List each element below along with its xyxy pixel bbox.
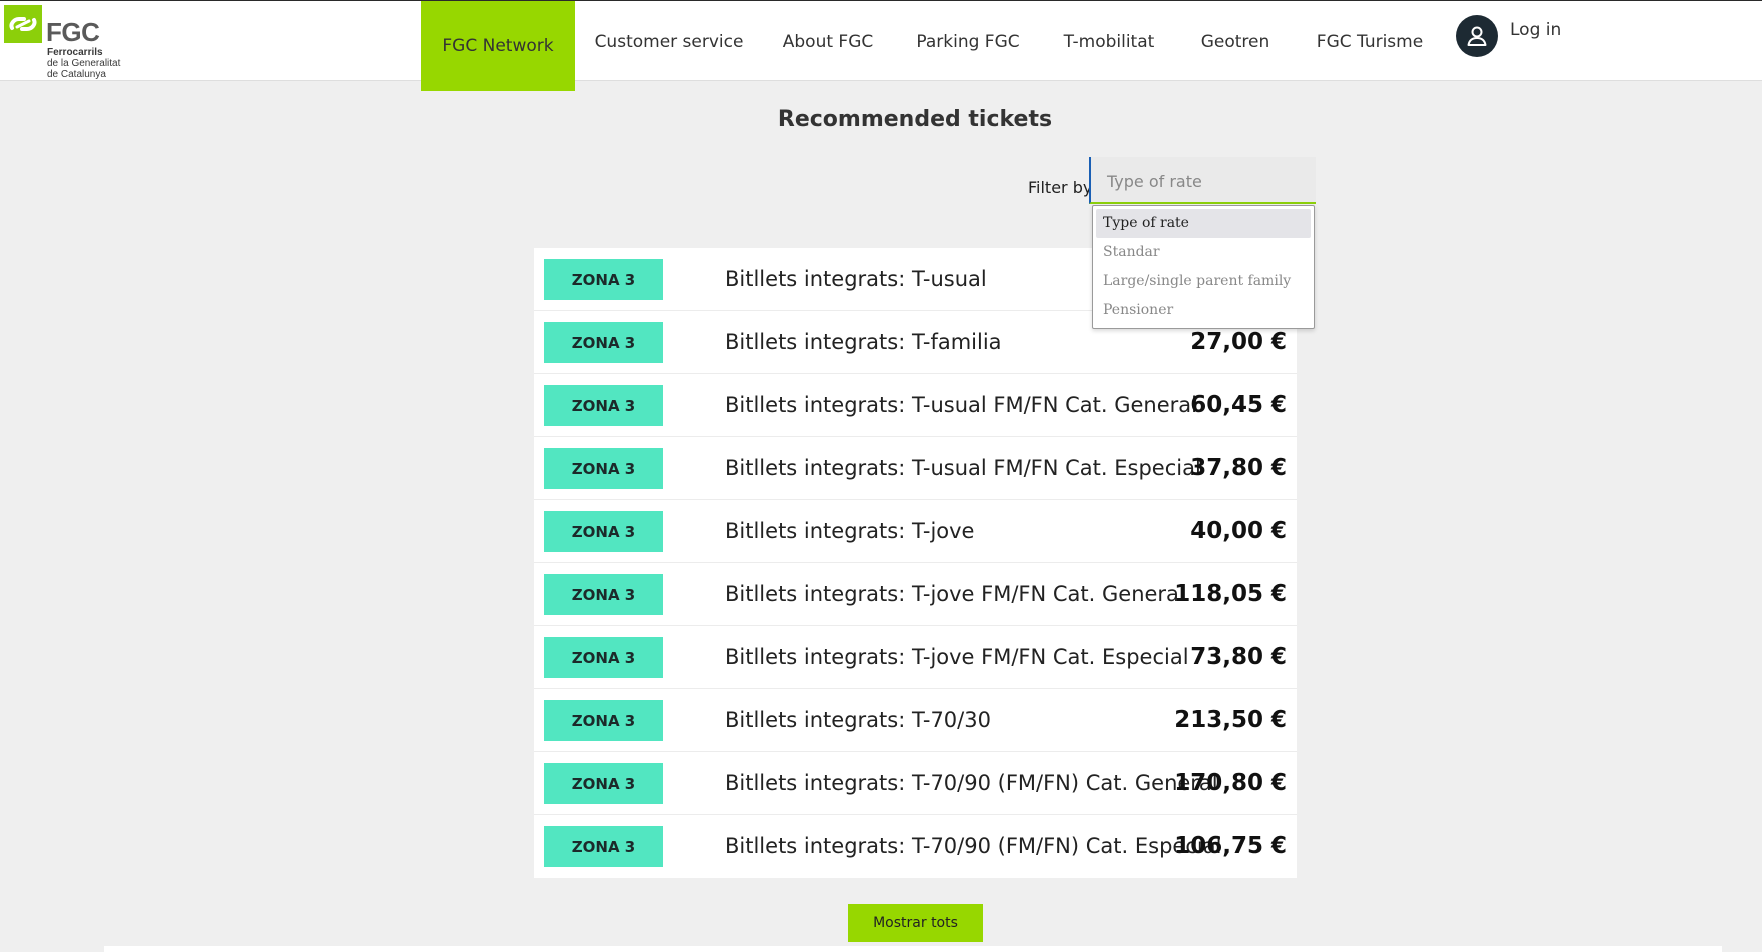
fgc-logo[interactable]: FGC Ferrocarrils de la Generalitat de Ca… xyxy=(4,5,144,80)
ticket-price: 60,45 € xyxy=(1190,392,1287,418)
ticket-row[interactable]: ZONA 3 Bitllets integrats: T-jove FM/FN … xyxy=(534,626,1297,689)
nav-item-parking-fgc[interactable]: Parking FGC xyxy=(906,1,1030,82)
ticket-name: Bitllets integrats: T-usual FM/FN Cat. E… xyxy=(725,456,1201,480)
dropdown-option-pensioner[interactable]: Pensioner xyxy=(1096,296,1311,325)
ticket-name: Bitllets integrats: T-70/90 (FM/FN) Cat.… xyxy=(725,834,1222,858)
ticket-row[interactable]: ZONA 3 Bitllets integrats: T-jove FM/FN … xyxy=(534,563,1297,626)
ticket-name: Bitllets integrats: T-70/30 xyxy=(725,708,991,732)
ticket-price: 40,00 € xyxy=(1190,518,1287,544)
ticket-row[interactable]: ZONA 3 Bitllets integrats: T-jove 40,00 … xyxy=(534,500,1297,563)
nav-item-geotren[interactable]: Geotren xyxy=(1194,1,1276,82)
ticket-name: Bitllets integrats: T-usual xyxy=(725,267,987,291)
zone-badge: ZONA 3 xyxy=(544,826,663,867)
ticket-row[interactable]: ZONA 3 Bitllets integrats: T-usual FM/FN… xyxy=(534,437,1297,500)
login-label: Log in xyxy=(1510,20,1562,40)
filter-label: Filter by: xyxy=(1028,178,1097,197)
show-all-button[interactable]: Mostrar tots xyxy=(848,904,983,942)
logo-line-3: de Catalunya xyxy=(47,69,106,80)
logo-subtitle: Ferrocarrils de la Generalitat de Catalu… xyxy=(47,47,120,80)
ticket-row[interactable]: ZONA 3 Bitllets integrats: T-70/90 (FM/F… xyxy=(534,752,1297,815)
zone-badge: ZONA 3 xyxy=(544,259,663,300)
dropdown-option-type-of-rate[interactable]: Type of rate xyxy=(1096,209,1311,238)
logo-line-1: Ferrocarrils xyxy=(47,47,103,58)
ticket-price: 37,80 € xyxy=(1190,455,1287,481)
ticket-name: Bitllets integrats: T-familia xyxy=(725,330,1002,354)
nav-item-fgc-turisme[interactable]: FGC Turisme xyxy=(1308,1,1432,82)
nav-item-fgc-network[interactable]: FGC Network xyxy=(421,1,575,91)
nav-item-customer-service[interactable]: Customer service xyxy=(588,1,750,82)
rate-type-select-placeholder: Type of rate xyxy=(1107,172,1202,191)
zone-badge: ZONA 3 xyxy=(544,511,663,552)
ticket-name: Bitllets integrats: T-jove xyxy=(725,519,975,543)
ticket-name: Bitllets integrats: T-usual FM/FN Cat. G… xyxy=(725,393,1197,417)
zone-badge: ZONA 3 xyxy=(544,637,663,678)
rate-type-dropdown: Type of rate Standar Large/single parent… xyxy=(1092,205,1315,329)
zone-badge: ZONA 3 xyxy=(544,763,663,804)
dropdown-option-large-single-parent-family[interactable]: Large/single parent family xyxy=(1096,267,1311,296)
zone-badge: ZONA 3 xyxy=(544,322,663,363)
ticket-name: Bitllets integrats: T-jove FM/FN Cat. Ge… xyxy=(725,582,1185,606)
page-title: Recommended tickets xyxy=(777,107,1053,132)
zone-badge: ZONA 3 xyxy=(544,700,663,741)
ticket-price: 106,75 € xyxy=(1174,833,1287,859)
logo-brand-text: FGC xyxy=(46,17,100,47)
zone-badge: ZONA 3 xyxy=(544,448,663,489)
ticket-name: Bitllets integrats: T-jove FM/FN Cat. Es… xyxy=(725,645,1189,669)
ticket-row[interactable]: ZONA 3 Bitllets integrats: T-70/30 213,5… xyxy=(534,689,1297,752)
ticket-name: Bitllets integrats: T-70/90 (FM/FN) Cat.… xyxy=(725,771,1218,795)
fgc-logo-mark-icon xyxy=(4,5,42,43)
nav-item-about-fgc[interactable]: About FGC xyxy=(776,1,880,82)
zone-badge: ZONA 3 xyxy=(544,385,663,426)
ticket-price: 170,80 € xyxy=(1174,770,1287,796)
nav-item-t-mobilitat[interactable]: T-mobilitat xyxy=(1054,1,1164,82)
logo-line-2: de la Generalitat xyxy=(47,58,121,69)
login-button[interactable]: Log in xyxy=(1456,15,1561,57)
ticket-price: 73,80 € xyxy=(1190,644,1287,670)
rate-type-select[interactable]: Type of rate xyxy=(1089,157,1316,204)
top-navigation-bar: FGC Ferrocarrils de la Generalitat de Ca… xyxy=(0,0,1762,91)
dropdown-option-standar[interactable]: Standar xyxy=(1096,238,1311,267)
footer-strip xyxy=(104,946,1722,952)
ticket-price: 118,05 € xyxy=(1174,581,1287,607)
ticket-row[interactable]: ZONA 3 Bitllets integrats: T-usual FM/FN… xyxy=(534,374,1297,437)
ticket-list: ZONA 3 Bitllets integrats: T-usual ZONA … xyxy=(534,248,1297,878)
ticket-row[interactable]: ZONA 3 Bitllets integrats: T-70/90 (FM/F… xyxy=(534,815,1297,878)
user-avatar-icon xyxy=(1456,15,1498,57)
zone-badge: ZONA 3 xyxy=(544,574,663,615)
ticket-price: 213,50 € xyxy=(1174,707,1287,733)
